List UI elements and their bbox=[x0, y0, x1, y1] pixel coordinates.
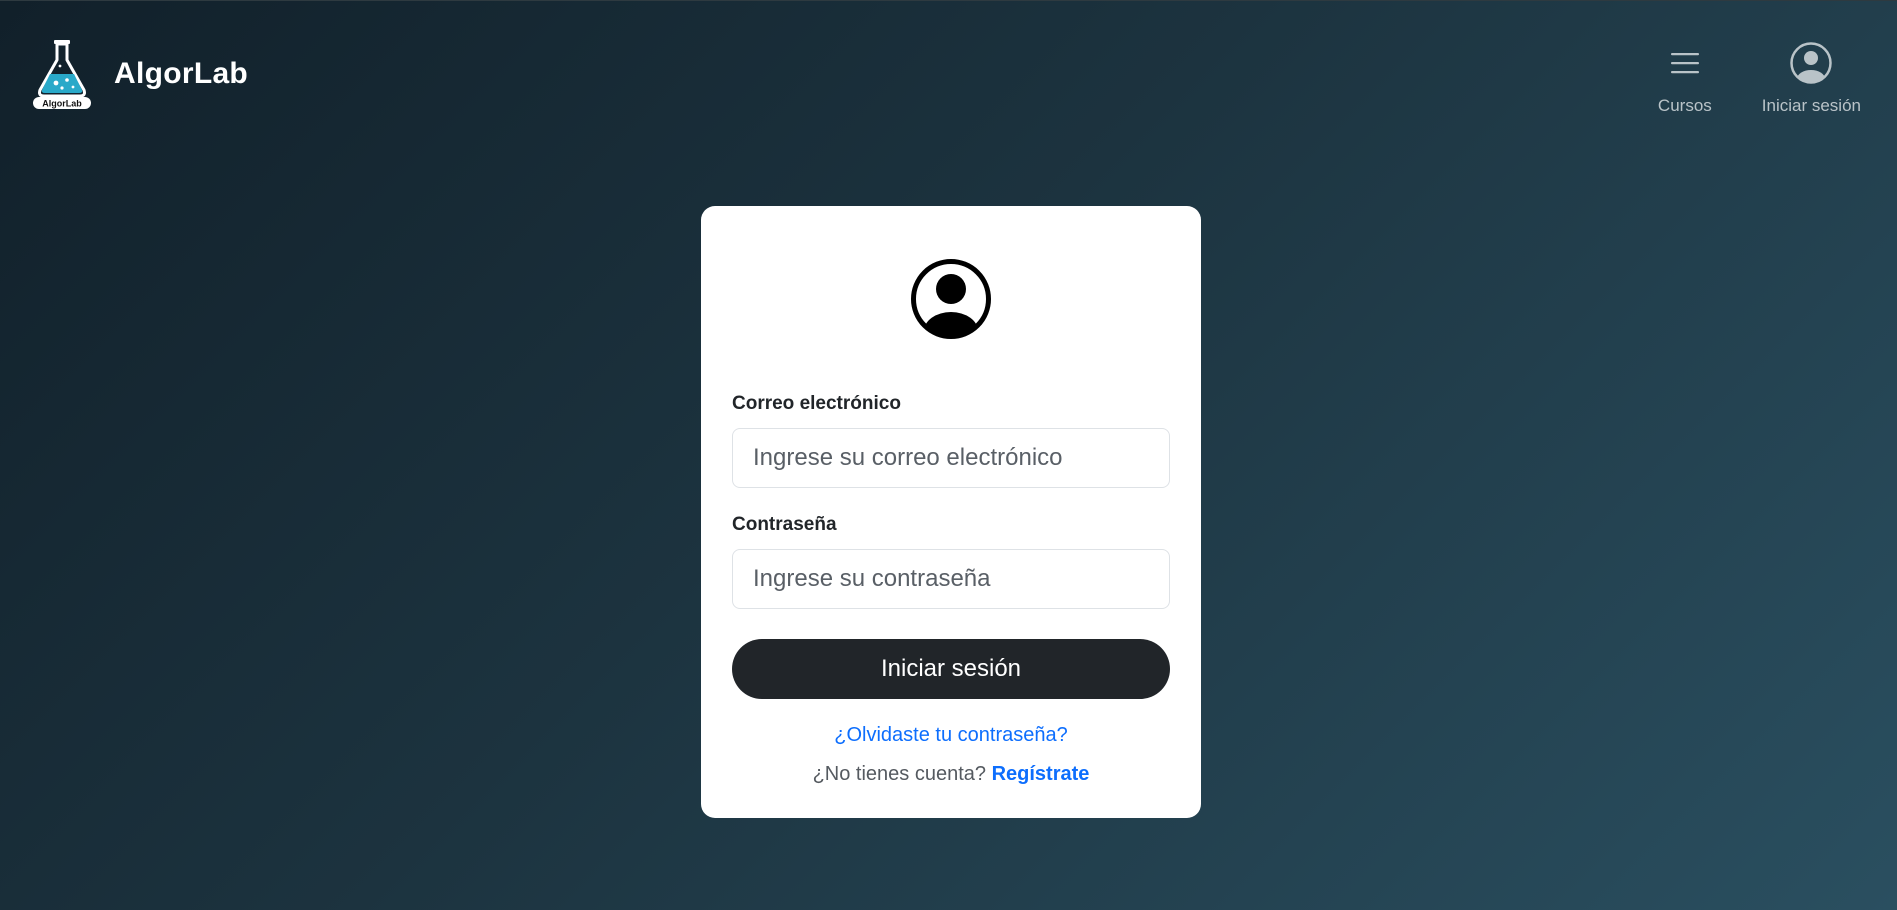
email-label: Correo electrónico bbox=[732, 393, 901, 414]
logo-text: AlgorLab bbox=[42, 99, 82, 109]
flask-icon: AlgorLab bbox=[33, 40, 91, 109]
nav-login-label: Iniciar sesión bbox=[1761, 96, 1861, 115]
email-field[interactable] bbox=[732, 428, 1170, 488]
forgot-password-link[interactable]: ¿Olvidaste tu contraseña? bbox=[732, 724, 1170, 747]
login-card: Correo electrónico Contraseña Iniciar se… bbox=[701, 206, 1201, 818]
nav-courses[interactable]: Cursos bbox=[1658, 40, 1712, 116]
menu-icon bbox=[1670, 40, 1700, 86]
nav-courses-label: Cursos bbox=[1657, 96, 1712, 115]
user-circle-icon bbox=[910, 258, 992, 345]
password-field[interactable] bbox=[732, 549, 1170, 609]
nav-login[interactable]: Iniciar sesión bbox=[1762, 40, 1861, 116]
user-circle-icon bbox=[1789, 40, 1833, 86]
password-label: Contraseña bbox=[732, 514, 837, 535]
top-nav: Cursos Iniciar sesión bbox=[1658, 40, 1861, 116]
signup-prompt: ¿No tienes cuenta? Regístrate bbox=[732, 763, 1170, 786]
brand-name: AlgorLab bbox=[114, 57, 249, 90]
algorlab-logo: AlgorLab bbox=[32, 38, 92, 110]
no-account-text: ¿No tienes cuenta? bbox=[812, 763, 992, 785]
window-top-border bbox=[0, 0, 1897, 1]
login-button[interactable]: Iniciar sesión bbox=[732, 639, 1170, 699]
signup-link[interactable]: Regístrate bbox=[992, 763, 1090, 785]
login-avatar bbox=[732, 258, 1170, 345]
brand[interactable]: AlgorLab AlgorLab bbox=[32, 38, 248, 110]
